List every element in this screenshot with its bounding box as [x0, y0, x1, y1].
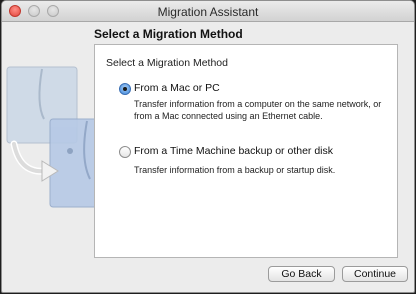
panel-title: Select a Migration Method: [106, 57, 228, 69]
option-label-mac-or-pc[interactable]: From a Mac or PC: [134, 82, 220, 94]
migration-method-panel: Select a Migration Method From a Mac or …: [94, 44, 398, 258]
page-heading: Select a Migration Method: [94, 27, 243, 41]
radio-mac-or-pc[interactable]: [119, 83, 131, 95]
radio-time-machine[interactable]: [119, 146, 131, 158]
continue-button[interactable]: Continue: [342, 266, 408, 282]
migration-assistant-window: Migration Assistant Select a Migration M…: [1, 0, 415, 293]
title-bar: Migration Assistant: [2, 1, 414, 22]
window-title: Migration Assistant: [157, 5, 259, 19]
option-label-time-machine[interactable]: From a Time Machine backup or other disk: [134, 145, 333, 157]
go-back-button[interactable]: Go Back: [268, 266, 335, 282]
option-description-mac-or-pc-line1: Transfer information from a computer on …: [134, 99, 382, 109]
option-description-mac-or-pc-line2: from a Mac connected using an Ethernet c…: [134, 111, 323, 121]
option-description-time-machine: Transfer information from a backup or st…: [134, 165, 336, 175]
